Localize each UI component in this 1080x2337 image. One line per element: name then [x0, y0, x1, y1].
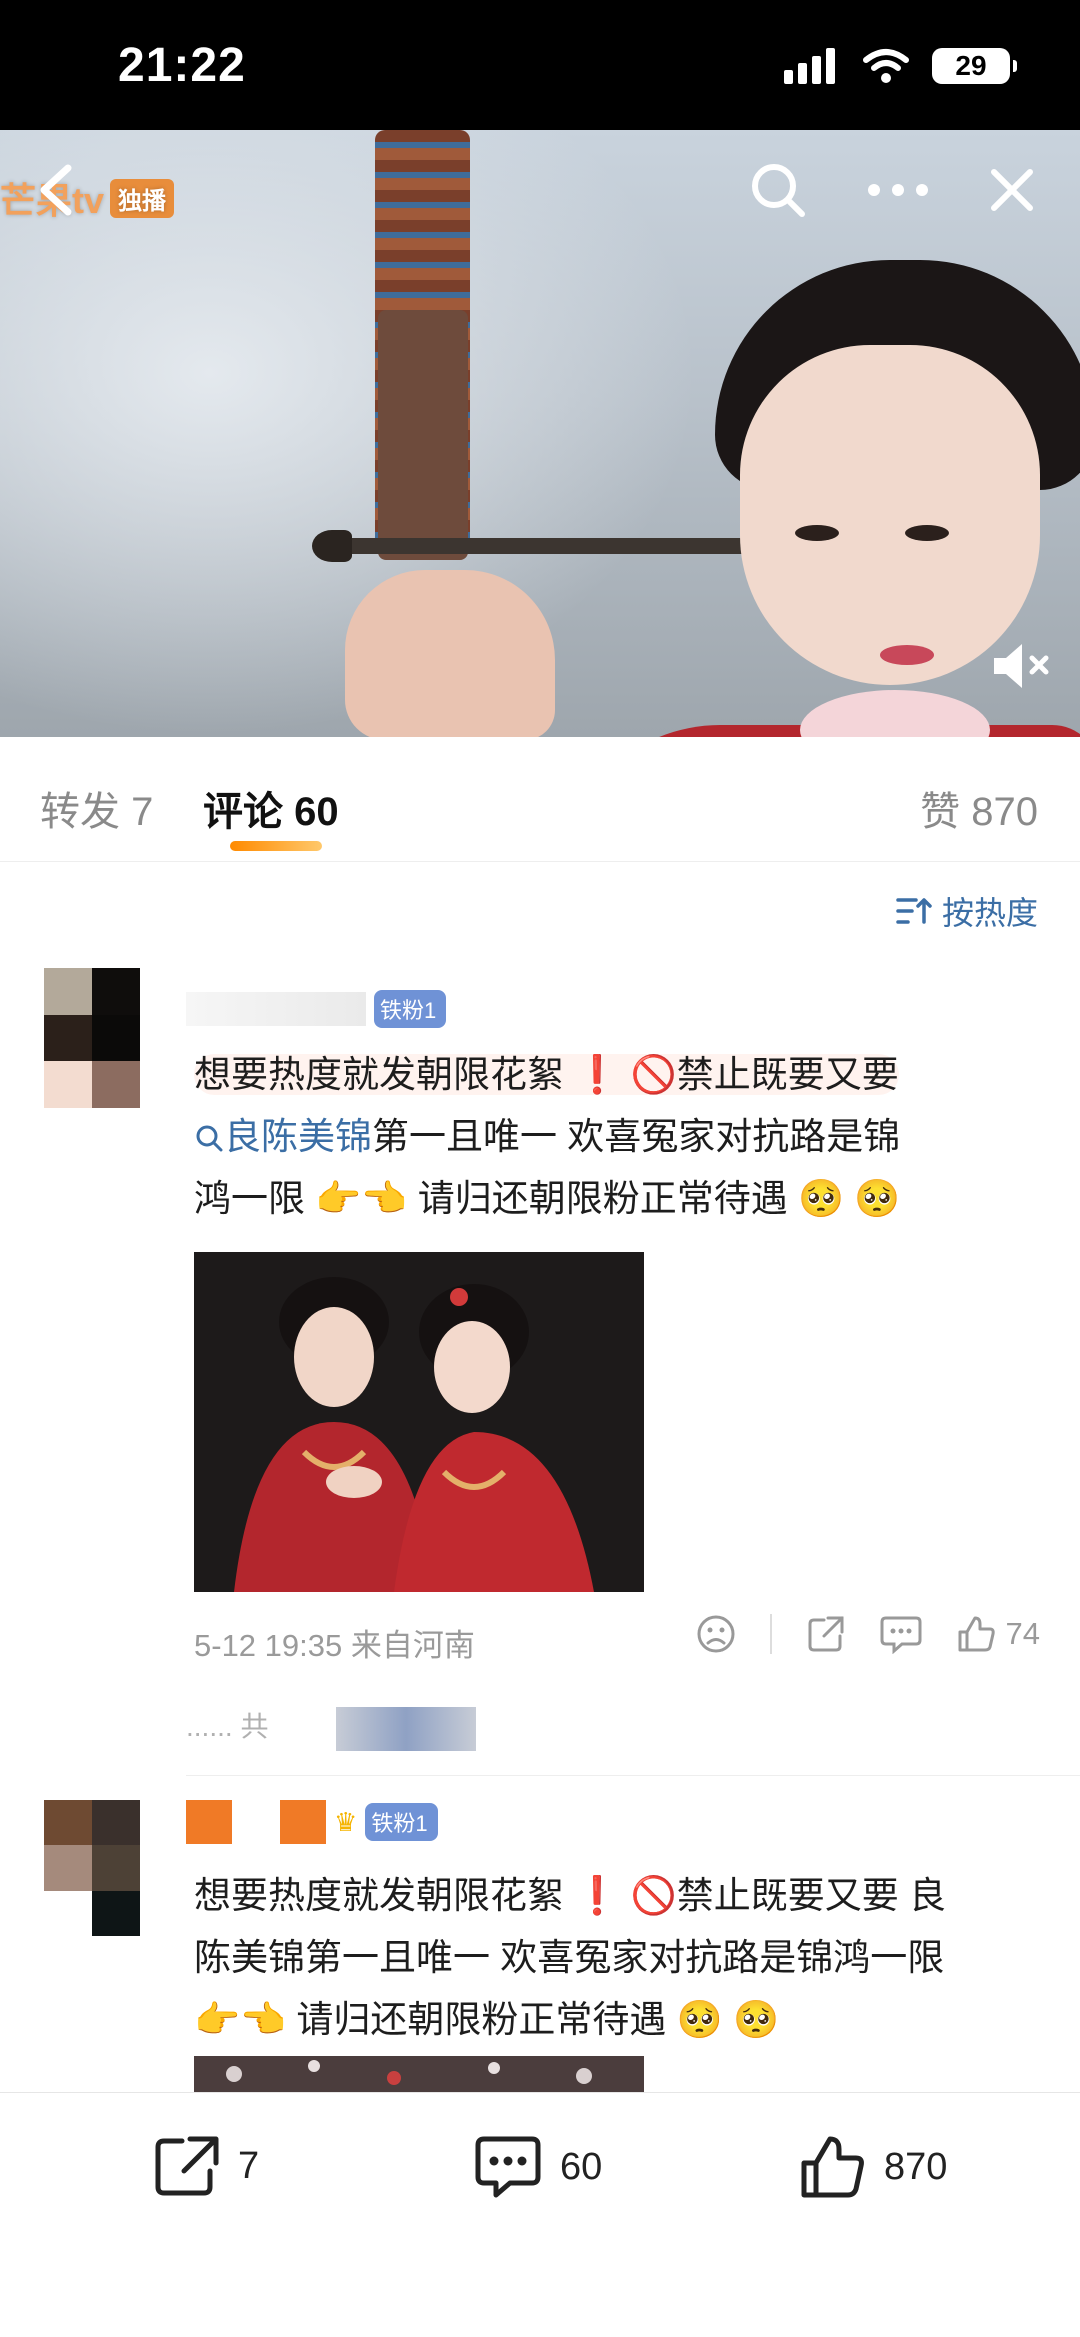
face-emoji: 🥺 🥺 — [676, 1999, 780, 2040]
tab-repost[interactable]: 转发 7 — [40, 779, 153, 837]
comment-fragment: 请归还朝限粉正常待遇 — [417, 1178, 788, 1219]
avatar[interactable] — [44, 968, 140, 1108]
comment-location: 来自河南 — [350, 1628, 475, 1663]
status-time: 21:22 — [118, 39, 246, 92]
comment-text: 想要热度就发朝限花絮 ❗ 🚫禁止既要又要 良 陈美锦第一且唯一 欢喜冤家对抗路是… — [194, 1865, 1034, 2051]
like-count: 74 — [1005, 1616, 1040, 1651]
comment-button[interactable]: 60 — [472, 2133, 602, 2201]
comment-image-art — [194, 2056, 644, 2092]
video-arrow-tip — [312, 530, 352, 562]
video-eye-left — [795, 525, 839, 541]
comment-fragment: 想要热度就发朝限花絮 — [194, 1875, 564, 1916]
comment-fragment: 第一且唯一 欢喜冤家对抗路是锦 — [372, 1116, 901, 1157]
pointing-hands-emoji: 👉👈 — [315, 1178, 408, 1219]
comment-actions: 74 — [696, 1614, 1040, 1654]
sort-button[interactable]: 按热度 — [896, 888, 1038, 934]
username-redacted — [186, 992, 366, 1026]
sort-label: 按热度 — [941, 895, 1038, 931]
topic-label: 良陈美锦 — [224, 1116, 372, 1157]
dislike-icon[interactable] — [696, 1614, 736, 1654]
username-redacted — [186, 1800, 232, 1844]
comment-icon[interactable] — [880, 1614, 922, 1654]
exclamation-emoji: ❗ — [574, 1054, 621, 1095]
comment-fragment: 请归还朝限粉正常待遇 — [296, 1999, 667, 2040]
video-face — [740, 345, 1040, 685]
comment-image[interactable] — [194, 2056, 644, 2092]
username-redacted — [280, 1800, 326, 1844]
video-lips — [880, 645, 934, 665]
tab-likes[interactable]: 赞 870 — [920, 779, 1038, 837]
video-bow-grip — [378, 310, 468, 560]
fan-badge: 铁粉1 — [374, 990, 447, 1028]
comment-meta: 5-12 19:35 来自河南 — [194, 1620, 475, 1665]
mute-icon[interactable] — [990, 640, 1052, 692]
repost-count: 7 — [238, 2144, 260, 2187]
prohibited-emoji: 🚫 — [630, 1054, 677, 1095]
repost-button[interactable]: 7 — [152, 2133, 259, 2199]
fan-badge-label: 铁粉1 — [371, 1811, 428, 1836]
comment-fragment: 想要热度就发朝限花絮 — [194, 1054, 564, 1095]
tab-active-indicator — [230, 841, 322, 851]
like-count: 870 — [884, 2145, 948, 2188]
comment-fragment: 禁止既要又要 — [676, 1054, 899, 1095]
comment-divider — [186, 1775, 1080, 1776]
share-icon[interactable] — [806, 1614, 846, 1654]
search-icon[interactable] — [748, 160, 808, 220]
exclamation-emoji: ❗ — [574, 1875, 621, 1916]
prohibited-emoji: 🚫 — [630, 1875, 677, 1916]
video-hand — [345, 570, 555, 737]
status-bar: 21:22 29 — [0, 0, 1080, 130]
video-eye-right — [905, 525, 949, 541]
reply-preview[interactable]: ...... 共 — [186, 1705, 477, 1751]
comment-fragment: 鸿一限 — [194, 1178, 305, 1219]
comment-icon — [475, 2136, 541, 2198]
close-icon[interactable] — [988, 166, 1036, 214]
sort-icon — [896, 898, 932, 924]
like-icon — [958, 1616, 995, 1652]
avatar[interactable] — [44, 1800, 140, 1936]
fan-badge-label: 铁粉1 — [380, 998, 437, 1023]
comment-line: 想要热度就发朝限花絮 ❗ 🚫禁止既要又要 — [194, 1054, 899, 1095]
logo-badge: 独播 — [110, 178, 175, 218]
crown-icon: ♛ — [334, 1806, 358, 1837]
comment-fragment: 禁止既要又要 良 — [676, 1875, 946, 1916]
reply-preview-redacted — [336, 1706, 477, 1751]
reply-preview-text: ...... 共 — [186, 1711, 269, 1742]
comment-date: 5-12 19:35 — [194, 1628, 343, 1663]
fan-badge: 铁粉1 — [365, 1803, 438, 1841]
like-button[interactable]: 74 — [956, 1614, 1040, 1654]
comment-image-art — [194, 1252, 644, 1592]
post-tabs: 转发 7 评论 60 赞 870 — [0, 737, 1080, 862]
bottom-action-bar: 7 60 870 — [0, 2092, 1080, 2337]
status-icons: 29 — [784, 48, 1017, 84]
battery-icon: 29 — [932, 48, 1017, 84]
like-button[interactable]: 870 — [798, 2133, 947, 2201]
username-row[interactable]: ♛ 铁粉1 — [186, 1800, 438, 1844]
username-row[interactable]: 铁粉1 — [186, 990, 447, 1028]
tab-comments[interactable]: 评论 60 — [203, 779, 339, 837]
topic-search-icon — [196, 1125, 223, 1152]
comment-text: 想要热度就发朝限花絮 ❗ 🚫禁止既要又要 良陈美锦第一且唯一 欢喜冤家对抗路是锦… — [194, 1044, 1034, 1230]
video-collar — [800, 690, 990, 737]
comment-count: 60 — [560, 2145, 603, 2188]
back-icon[interactable] — [28, 160, 88, 220]
signal-icon — [784, 48, 835, 84]
wifi-icon — [863, 49, 909, 83]
pointing-hands-emoji: 👉👈 — [194, 1999, 287, 2040]
more-icon[interactable] — [866, 180, 930, 200]
comment-fragment: 陈美锦第一且唯一 欢喜冤家对抗路是锦鸿一限 — [194, 1937, 945, 1978]
like-icon — [801, 2136, 864, 2198]
comment-image[interactable] — [194, 1252, 644, 1592]
topic-link[interactable]: 良陈美锦 — [194, 1116, 372, 1157]
actions-divider — [769, 1614, 772, 1654]
face-emoji: 🥺 🥺 — [797, 1178, 901, 1219]
video-top-actions — [748, 160, 1036, 220]
video-arrow — [318, 538, 758, 554]
repost-icon — [155, 2136, 219, 2196]
